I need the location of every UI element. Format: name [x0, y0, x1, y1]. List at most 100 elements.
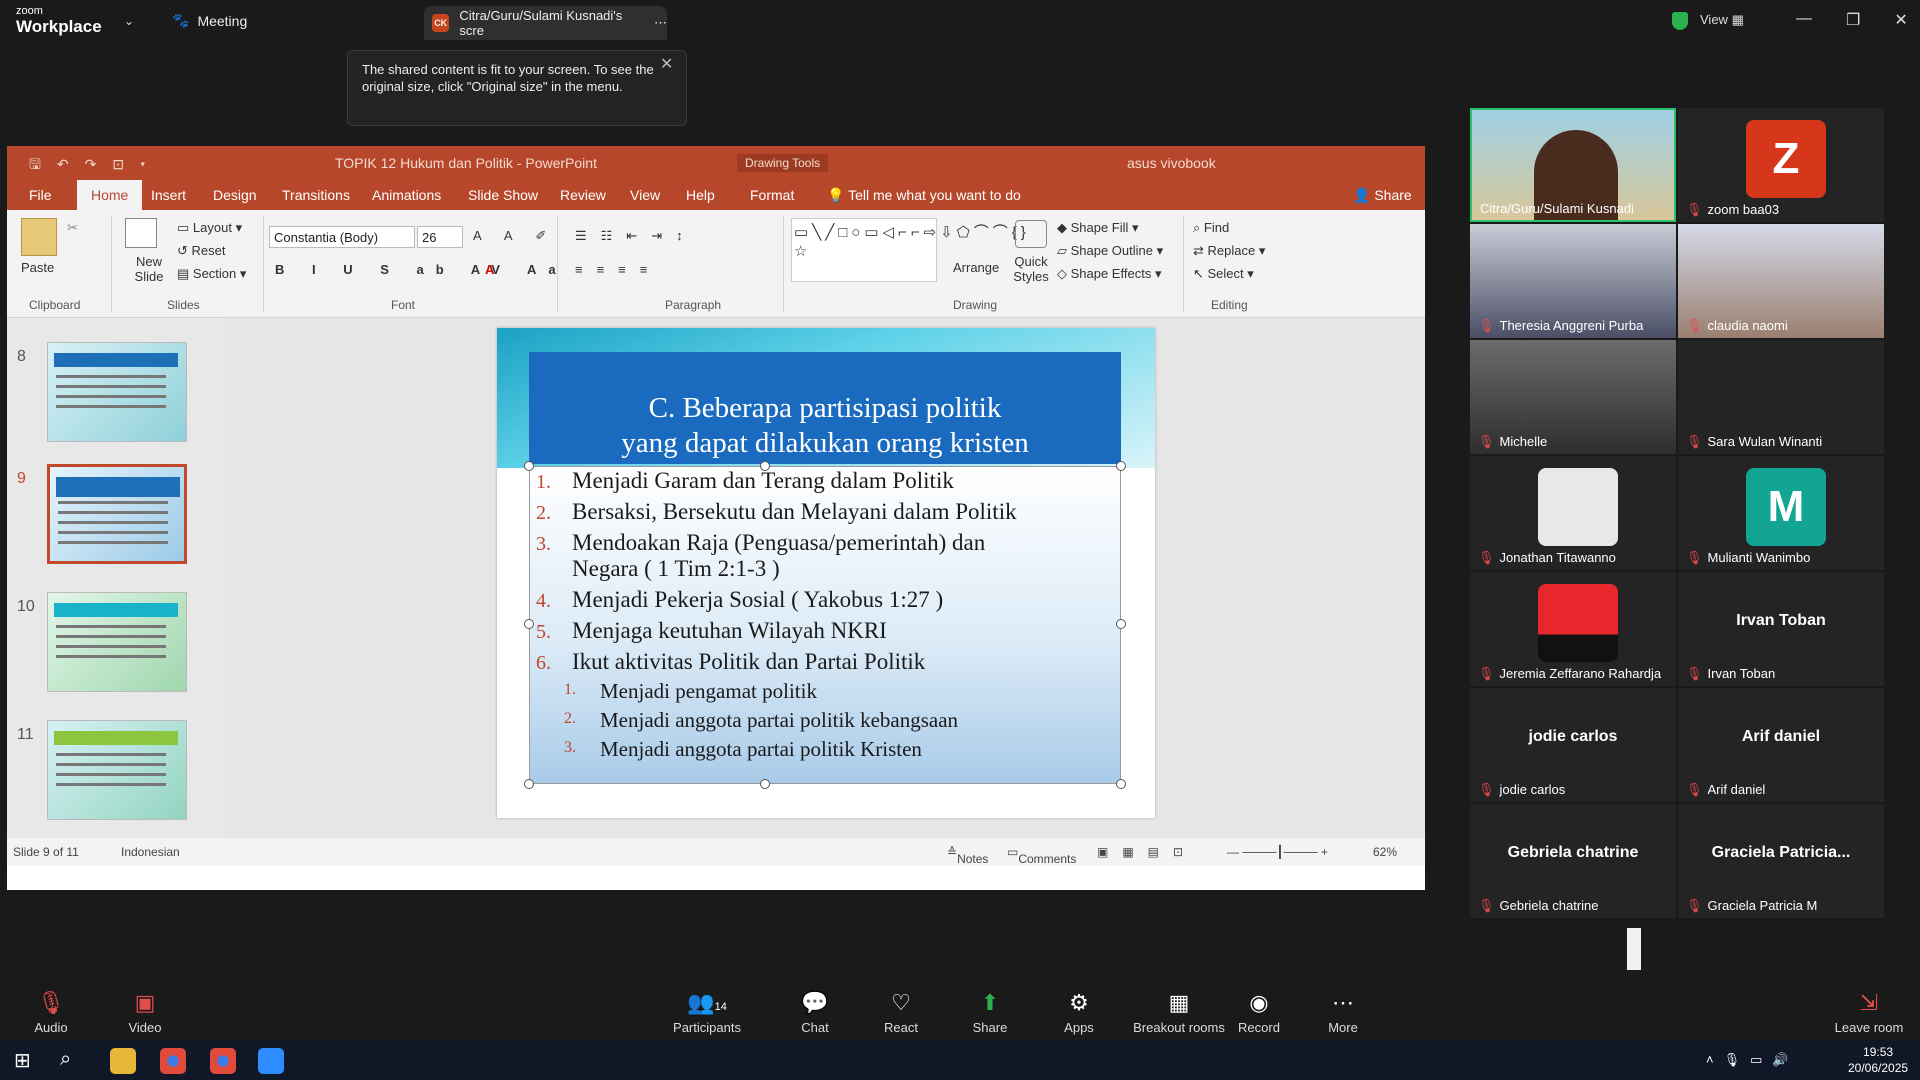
participant-tile[interactable]: 🎙 Jonathan Titawanno: [1470, 456, 1676, 570]
comments-button[interactable]: ▭ Comments: [1007, 845, 1076, 866]
chat-button[interactable]: 💬 Chat: [770, 990, 860, 1035]
participants-button[interactable]: 👥14 Participants: [662, 990, 752, 1035]
align-icon[interactable]: ≡≡≡≡: [575, 262, 661, 277]
cut-icon[interactable]: ✂: [67, 220, 78, 236]
participant-tile[interactable]: Citra/Guru/Sulami Kusnadi: [1470, 108, 1676, 222]
participant-tile[interactable]: Graciela Patricia... 🎙 Graciela Patricia …: [1678, 804, 1884, 918]
share-tab[interactable]: CK Citra/Guru/Sulami Kusnadi's scre ⋯: [424, 6, 667, 40]
arrange-button[interactable]: Arrange: [953, 260, 999, 275]
slide-thumbnail-pane[interactable]: 8 9 10 11: [7, 318, 227, 838]
font-format-buttons[interactable]: B I U S ab AV Aa: [275, 262, 568, 277]
more-button[interactable]: ⋯ More: [1298, 990, 1388, 1035]
resize-handle[interactable]: [1116, 779, 1126, 789]
font-name-select[interactable]: Constantia (Body): [269, 226, 415, 248]
notes-button[interactable]: ≙ Notes: [947, 845, 988, 866]
resize-handle[interactable]: [524, 461, 534, 471]
new-slide-icon[interactable]: [125, 218, 157, 248]
font-size-select[interactable]: 26: [417, 226, 463, 248]
system-tray-icons[interactable]: ˄🎙▭🔊: [1706, 1052, 1799, 1068]
participant-tile[interactable]: 🎙 claudia naomi: [1678, 224, 1884, 338]
new-slide-button[interactable]: New Slide: [127, 254, 171, 284]
replace-button[interactable]: ⇄ Replace ▾: [1193, 243, 1265, 259]
react-button[interactable]: ♡ React: [856, 990, 946, 1035]
find-button[interactable]: ⌕ Find: [1193, 220, 1229, 236]
reset-button[interactable]: ↺ Reset: [177, 243, 225, 259]
section-button[interactable]: ▤ Section ▾: [177, 266, 246, 282]
font-color-icon[interactable]: A: [485, 262, 494, 277]
shape-outline-button[interactable]: ▱ Shape Outline ▾: [1057, 243, 1163, 259]
slide-thumbnail-selected[interactable]: [47, 464, 187, 564]
tab-slide-show[interactable]: Slide Show: [468, 187, 538, 203]
share-button[interactable]: 👤 Share: [1353, 187, 1412, 204]
font-size-grow-shrink[interactable]: A A ✐: [473, 228, 556, 244]
slide[interactable]: C. Beberapa partisipasi politik yang dap…: [497, 328, 1155, 818]
participant-tile[interactable]: 🎙 Jeremia Zeffarano Rahardja: [1470, 572, 1676, 686]
minimize-icon[interactable]: —: [1796, 10, 1812, 30]
record-button[interactable]: ◉ Record: [1214, 990, 1304, 1035]
clipboard-icon[interactable]: [21, 218, 57, 256]
chrome-icon[interactable]: [160, 1048, 186, 1074]
shape-fill-button[interactable]: ◆ Shape Fill ▾: [1057, 220, 1139, 236]
meeting-menu[interactable]: 🐾 Meeting: [172, 12, 247, 29]
slide-thumbnail[interactable]: [47, 720, 187, 820]
slide-title-box[interactable]: C. Beberapa partisipasi politik yang dap…: [529, 352, 1121, 464]
tab-view[interactable]: View: [630, 187, 660, 203]
slide-thumbnail[interactable]: [47, 592, 187, 692]
participant-tile[interactable]: Z 🎙 zoom baa03: [1678, 108, 1884, 222]
bullets-icon[interactable]: ☰☷⇤⇥↕: [575, 228, 697, 244]
search-icon[interactable]: ⌕: [60, 1048, 86, 1074]
zoom-slider[interactable]: — ────┃──── +: [1227, 845, 1328, 859]
participant-tile[interactable]: M 🎙 Mulianti Wanimbo: [1678, 456, 1884, 570]
tab-transitions[interactable]: Transitions: [282, 187, 350, 203]
tell-me-search[interactable]: 💡 Tell me what you want to do: [827, 187, 1021, 204]
audio-button[interactable]: 🎙 Audio: [6, 990, 96, 1035]
shapes-gallery[interactable]: ▭╲╱□○▭◁⌐⌐⇨⇩⬠⌒⌒{}☆: [791, 218, 1026, 282]
close-icon[interactable]: ✕: [1894, 10, 1907, 30]
participant-tile[interactable]: 🎙 Theresia Anggreni Purba: [1470, 224, 1676, 338]
tab-file[interactable]: File: [29, 187, 52, 203]
participant-tile[interactable]: jodie carlos 🎙 jodie carlos: [1470, 688, 1676, 802]
resize-handle[interactable]: [1116, 461, 1126, 471]
windows-start-icon[interactable]: ⊞: [14, 1048, 40, 1074]
resize-handle[interactable]: [760, 779, 770, 789]
participant-tile[interactable]: Irvan Toban 🎙 Irvan Toban: [1678, 572, 1884, 686]
zoom-taskbar-icon[interactable]: [258, 1048, 284, 1074]
select-button[interactable]: ↖ Select ▾: [1193, 266, 1254, 282]
close-icon[interactable]: ✕: [660, 54, 673, 74]
video-button[interactable]: ▣ Video: [100, 990, 190, 1035]
tab-design[interactable]: Design: [213, 187, 257, 203]
share-screen-button[interactable]: ⬆ Share: [945, 990, 1035, 1035]
participant-tile[interactable]: 🎙 Sara Wulan Winanti: [1678, 340, 1884, 454]
tab-home[interactable]: Home: [77, 180, 143, 210]
tab-animations[interactable]: Animations: [372, 187, 441, 203]
maximize-icon[interactable]: ❐: [1846, 10, 1860, 30]
quick-styles-icon[interactable]: [1015, 220, 1047, 248]
quick-access-icons[interactable]: 🖫↶↷⊡▾: [29, 154, 161, 178]
shape-effects-button[interactable]: ◇ Shape Effects ▾: [1057, 266, 1161, 282]
participant-tile[interactable]: 🎙 Michelle: [1470, 340, 1676, 454]
view-buttons[interactable]: ▣▦▤⊡: [1097, 845, 1197, 859]
tab-format[interactable]: Format: [750, 187, 794, 203]
participant-tile[interactable]: Arif daniel 🎙 Arif daniel: [1678, 688, 1884, 802]
file-explorer-icon[interactable]: [110, 1048, 136, 1074]
chrome-icon[interactable]: [210, 1048, 236, 1074]
leave-room-button[interactable]: ⇲ Leave room: [1824, 990, 1914, 1035]
slide-thumbnail[interactable]: [47, 342, 187, 442]
chevron-down-icon[interactable]: ⌄: [124, 14, 134, 28]
resize-handle[interactable]: [524, 619, 534, 629]
resize-handle[interactable]: [760, 461, 770, 471]
more-icon[interactable]: ⋯: [654, 15, 667, 31]
tab-insert[interactable]: Insert: [151, 187, 186, 203]
layout-button[interactable]: ▭ Layout ▾: [177, 220, 242, 236]
tab-review[interactable]: Review: [560, 187, 606, 203]
apps-button[interactable]: ⚙ Apps: [1034, 990, 1124, 1035]
resize-handle[interactable]: [1116, 619, 1126, 629]
zoom-level[interactable]: 62%: [1373, 845, 1397, 859]
paste-button[interactable]: Paste: [21, 260, 54, 275]
quick-styles-button[interactable]: Quick Styles: [1001, 254, 1061, 284]
participant-tile[interactable]: Gebriela chatrine 🎙 Gebriela chatrine: [1470, 804, 1676, 918]
slide-content-box[interactable]: 1. Menjadi Garam dan Terang dalam Politi…: [529, 466, 1121, 784]
resize-handle[interactable]: [524, 779, 534, 789]
view-button[interactable]: View ▦: [1700, 12, 1744, 28]
tab-help[interactable]: Help: [686, 187, 715, 203]
